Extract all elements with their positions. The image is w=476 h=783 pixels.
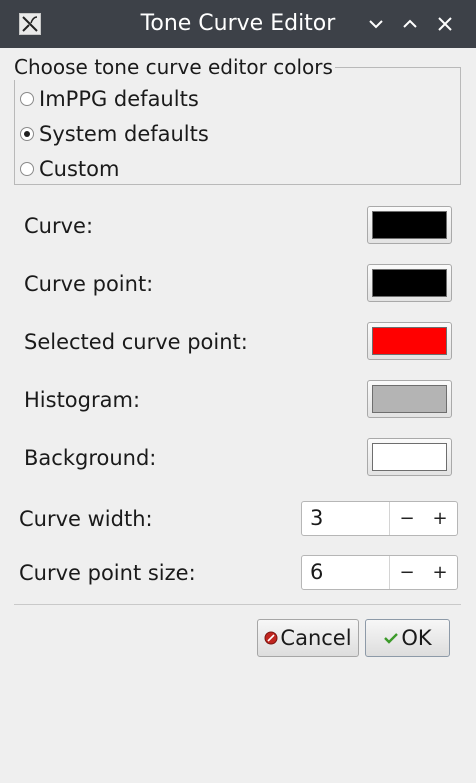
histogram-color-label: Histogram:: [24, 388, 141, 412]
curve-color-label: Curve:: [24, 214, 94, 238]
curve-width-value[interactable]: 3: [310, 502, 323, 535]
button-separator: [14, 604, 461, 605]
close-button[interactable]: [433, 12, 457, 36]
ok-button[interactable]: OK: [365, 619, 450, 657]
radio-label: Custom: [39, 157, 120, 181]
curve-width-spinner[interactable]: 3 − +: [301, 501, 458, 536]
curve-width-label: Curve width:: [19, 507, 153, 531]
minimize-button[interactable]: [364, 12, 388, 36]
curve-point-size-value[interactable]: 6: [310, 556, 323, 589]
divider: [389, 556, 390, 589]
color-swatch: [372, 269, 447, 297]
app-logo-icon: [19, 13, 41, 35]
color-swatch: [372, 443, 447, 471]
curve-width-decrement-button[interactable]: −: [392, 502, 422, 535]
histogram-color-button[interactable]: [367, 380, 452, 418]
divider: [389, 502, 390, 535]
background-color-label: Background:: [24, 446, 157, 470]
radio-label: ImPPG defaults: [39, 87, 199, 111]
radio-imppg-defaults[interactable]: ImPPG defaults: [20, 85, 199, 113]
radio-system-defaults[interactable]: System defaults: [20, 120, 209, 148]
selected-curve-point-color-label: Selected curve point:: [24, 330, 248, 354]
checkmark-icon: [383, 631, 399, 645]
curve-color-button[interactable]: [367, 206, 452, 244]
ok-button-label: OK: [401, 626, 432, 650]
title-bar[interactable]: Tone Curve Editor: [0, 0, 476, 48]
maximize-button[interactable]: [398, 12, 422, 36]
color-swatch: [372, 211, 447, 239]
curve-point-size-increment-button[interactable]: +: [425, 556, 455, 589]
tone-curve-editor-dialog: Tone Curve Editor Choose tone curve edit…: [0, 0, 476, 783]
radio-indicator[interactable]: [20, 92, 34, 106]
chevron-up-icon: [403, 19, 417, 28]
close-icon: [438, 17, 452, 31]
radio-custom[interactable]: Custom: [20, 155, 119, 183]
chevron-down-icon: [369, 20, 383, 29]
curve-point-size-decrement-button[interactable]: −: [392, 556, 422, 589]
curve-point-color-button[interactable]: [367, 264, 452, 302]
cancel-circle-icon: [264, 631, 278, 645]
radio-label: System defaults: [39, 122, 209, 146]
curve-point-size-spinner[interactable]: 6 − +: [301, 555, 458, 590]
curve-width-increment-button[interactable]: +: [425, 502, 455, 535]
color-swatch: [372, 385, 447, 413]
curve-point-color-label: Curve point:: [24, 272, 154, 296]
radio-indicator[interactable]: [20, 127, 34, 141]
cancel-button[interactable]: Cancel: [257, 619, 359, 657]
curve-point-size-label: Curve point size:: [19, 561, 196, 585]
cancel-button-label: Cancel: [280, 626, 352, 650]
radio-indicator[interactable]: [20, 162, 34, 176]
background-color-button[interactable]: [367, 438, 452, 476]
selected-curve-point-color-button[interactable]: [367, 322, 452, 360]
color-swatch: [372, 327, 447, 355]
color-scheme-group-title: Choose tone curve editor colors: [14, 54, 335, 80]
